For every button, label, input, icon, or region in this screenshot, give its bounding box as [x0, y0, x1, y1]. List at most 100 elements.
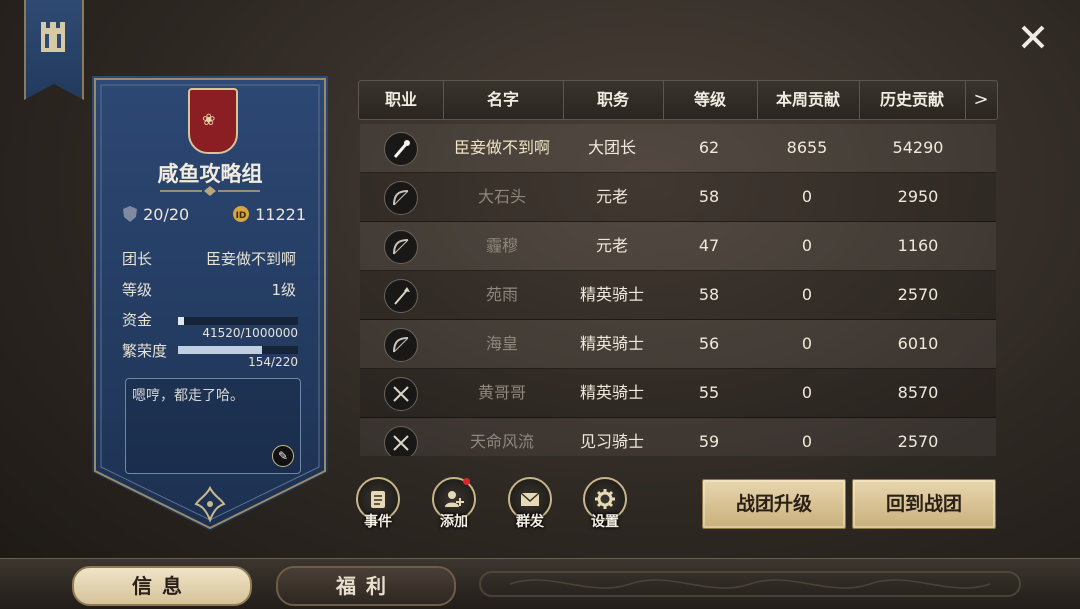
member-table-body: 臣妾做不到啊 大团长 62 8655 54290 大石头 元老 58 0 2950 霾穆 元老 47 0 1…: [360, 124, 996, 456]
dagger-icon: [384, 132, 418, 166]
table-row[interactable]: 大石头 元老 58 0 2950: [360, 173, 996, 222]
level-value: 1级: [271, 281, 296, 299]
member-name: 大石头: [477, 187, 526, 206]
table-row[interactable]: 霾穆 元老 47 0 1160: [360, 222, 996, 271]
member-shield-icon: [123, 206, 137, 222]
crossed-swords-icon: [384, 377, 418, 411]
member-history-contribution: 8570: [897, 383, 939, 402]
add-label: 添加: [440, 514, 468, 530]
member-name: 天命风流: [469, 432, 534, 451]
guild-notice-box: 嗯哼，都走了哈。 ✎: [125, 378, 301, 474]
id-coin-icon: ID: [233, 206, 249, 222]
member-name: 臣妾做不到啊: [453, 138, 550, 157]
events-label: 事件: [364, 514, 392, 530]
guild-notice-text: 嗯哼，都走了哈。: [132, 388, 244, 404]
member-weekly-contribution: 0: [801, 432, 813, 451]
member-weekly-contribution: 0: [801, 383, 813, 402]
crossed-swords-icon: [384, 426, 418, 456]
table-row[interactable]: 黄哥哥 精英骑士 55 0 8570: [360, 369, 996, 418]
member-history-contribution: 2570: [897, 285, 939, 304]
member-count-value: 20/20: [143, 205, 190, 224]
events-button[interactable]: 事件: [356, 477, 400, 530]
member-level: 58: [698, 285, 720, 304]
header-role[interactable]: 职务: [563, 81, 664, 119]
fleur-ornament-icon: [194, 485, 226, 523]
edit-notice-button[interactable]: ✎: [272, 445, 294, 467]
name-divider-ornament: [160, 186, 260, 196]
add-user-icon: [445, 491, 464, 507]
member-weekly-contribution: 8655: [786, 138, 828, 157]
member-count: 20/20: [122, 205, 189, 224]
member-weekly-contribution: 0: [801, 236, 813, 255]
more-columns-arrow-icon[interactable]: >: [965, 81, 997, 119]
member-role: 精英骑士: [579, 334, 644, 353]
prosperity-bar: [178, 346, 298, 354]
member-level: 56: [698, 334, 720, 353]
member-weekly-contribution: 0: [801, 334, 813, 353]
tower-icon: [41, 22, 65, 52]
member-name: 霾穆: [485, 236, 518, 255]
level-label: 等级: [122, 281, 153, 299]
scroll-icon: [371, 491, 385, 508]
table-row[interactable]: 海皇 精英骑士 56 0 6010: [360, 320, 996, 369]
member-history-contribution: 54290: [892, 138, 944, 157]
leader-label: 团长: [122, 250, 153, 268]
guild-name: 咸鱼攻略组: [157, 161, 263, 186]
table-row[interactable]: 臣妾做不到啊 大团长 62 8655 54290: [360, 124, 996, 173]
member-name: 海皇: [485, 334, 518, 353]
member-history-contribution: 2950: [897, 187, 939, 206]
add-member-button[interactable]: 添加: [432, 477, 476, 530]
member-role: 元老: [595, 236, 628, 255]
member-role: 元老: [595, 187, 628, 206]
mail-icon: [520, 492, 540, 506]
member-level: 58: [698, 187, 720, 206]
close-icon: [1021, 25, 1045, 49]
member-table-header: 职业 名字 职务 等级 本周贡献 历史贡献 >: [358, 80, 998, 120]
pen-icon: ✎: [277, 449, 289, 463]
member-role: 精英骑士: [579, 285, 644, 304]
member-history-contribution: 6010: [897, 334, 939, 353]
tab-info[interactable]: 信息: [72, 566, 252, 606]
table-row[interactable]: 苑雨 精英骑士 58 0 2570: [360, 271, 996, 320]
header-weekly[interactable]: 本周贡献: [757, 81, 860, 119]
header-name[interactable]: 名字: [443, 81, 564, 119]
leader-value: 臣妾做不到啊: [205, 250, 296, 268]
settings-label: 设置: [591, 514, 619, 530]
member-name: 黄哥哥: [477, 383, 526, 402]
member-level: 62: [698, 138, 720, 157]
settings-button[interactable]: 设置: [583, 477, 627, 530]
member-weekly-contribution: 0: [801, 187, 813, 206]
member-level: 59: [698, 432, 720, 451]
mass-message-label: 群发: [516, 514, 544, 530]
member-history-contribution: 1160: [897, 236, 939, 255]
funds-bar: [178, 317, 298, 325]
gear-icon: [595, 489, 615, 509]
prosperity-bar-fill: [178, 346, 262, 354]
tab-welfare[interactable]: 福利: [276, 566, 456, 606]
member-history-contribution: 2570: [897, 432, 939, 451]
member-role: 精英骑士: [579, 383, 644, 402]
bow-icon: [384, 328, 418, 362]
spear-icon: [384, 279, 418, 313]
guild-id-value: 11221: [255, 205, 306, 224]
table-row[interactable]: 天命风流 见习骑士 59 0 2570: [360, 418, 996, 456]
mass-message-button[interactable]: 群发: [508, 477, 552, 530]
notification-dot: [463, 478, 470, 485]
close-button[interactable]: [1018, 22, 1048, 52]
bow-icon: [384, 230, 418, 264]
return-to-guild-button[interactable]: 回到战团: [852, 479, 996, 529]
guild-upgrade-button[interactable]: 战团升级: [702, 479, 846, 529]
member-level: 55: [698, 383, 720, 402]
funds-text: 41520/1000000: [202, 326, 298, 340]
prosperity-label: 繁荣度: [122, 342, 168, 360]
guild-id: ID 11221: [232, 205, 306, 224]
member-role: 大团长: [587, 138, 636, 157]
member-role: 见习骑士: [579, 432, 644, 451]
header-class[interactable]: 职业: [359, 81, 444, 119]
prosperity-text: 154/220: [248, 355, 298, 369]
bow-icon: [384, 181, 418, 215]
member-level: 47: [698, 236, 720, 255]
header-level[interactable]: 等级: [663, 81, 758, 119]
bottom-bar-ornament: [479, 571, 1021, 597]
header-history[interactable]: 历史贡献: [859, 81, 966, 119]
